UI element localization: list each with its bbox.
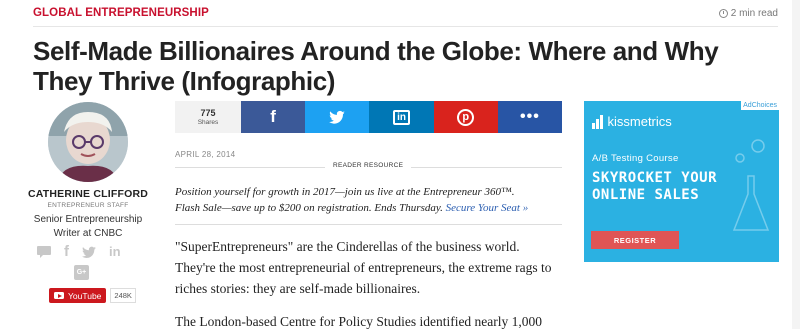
youtube-subscribe[interactable]: YouTube 248K xyxy=(49,288,136,303)
read-time: 2 min read xyxy=(718,8,778,19)
ad-headline-line-2: ONLINE SALES xyxy=(592,187,700,203)
article-topbar: GLOBAL ENTREPRENEURSHIP 2 min read xyxy=(33,7,778,27)
youtube-subscriber-count: 248K xyxy=(110,288,136,303)
youtube-play-icon xyxy=(54,292,64,299)
ad-headline: SKYROCKET YOUR ONLINE SALES xyxy=(592,170,717,204)
adchoices-link[interactable]: AdChoices xyxy=(741,101,779,110)
ad-logo: kissmetrics xyxy=(592,114,672,129)
avatar-photo xyxy=(48,102,128,182)
ad-brand: kissmetrics xyxy=(607,114,672,129)
ad-register-button[interactable]: REGISTER xyxy=(591,231,679,249)
twitter-icon[interactable] xyxy=(81,246,97,259)
bar-chart-icon xyxy=(592,114,603,129)
ad-headline-line-1: SKYROCKET YOUR xyxy=(592,170,718,186)
share-linkedin-button[interactable]: in xyxy=(369,101,434,133)
more-icon: ••• xyxy=(520,108,540,125)
share-facebook-button[interactable]: f xyxy=(241,101,306,133)
share-bar: 775 Shares f in p ••• xyxy=(175,101,563,133)
youtube-label: YouTube xyxy=(68,290,102,301)
promo-divider xyxy=(175,202,562,225)
share-count-label: Shares xyxy=(197,118,219,126)
article-date: APRIL 28, 2014 xyxy=(175,150,236,159)
youtube-button[interactable]: YouTube xyxy=(49,288,107,303)
article-paragraph-2: The London-based Centre for Policy Studi… xyxy=(175,314,543,329)
reader-resource-divider: READER RESOURCE xyxy=(175,162,562,169)
kissmetrics-ad[interactable]: AdChoices kissmetrics A/B Testing Course… xyxy=(584,101,779,262)
reader-resource-label: READER RESOURCE xyxy=(325,162,412,169)
twitter-icon xyxy=(329,110,346,124)
share-twitter-button[interactable] xyxy=(305,101,370,133)
linkedin-icon[interactable]: in xyxy=(109,244,121,260)
author-title: Senior Entrepreneurship Writer at CNBC xyxy=(33,214,143,239)
read-time-label: 2 min read xyxy=(730,8,778,19)
clock-icon xyxy=(718,9,728,18)
share-count-number: 775 xyxy=(200,107,216,118)
promo-line-1: Position yourself for growth in 2017—joi… xyxy=(175,186,515,198)
comment-icon[interactable] xyxy=(36,245,52,259)
author-role: ENTREPRENEUR STAFF xyxy=(47,202,129,209)
flask-icon xyxy=(732,139,770,231)
share-pinterest-button[interactable]: p xyxy=(433,101,498,133)
facebook-icon: f xyxy=(270,107,276,126)
author-social-links: f in xyxy=(36,244,121,260)
author-name[interactable]: CATHERINE CLIFFORD xyxy=(20,188,156,200)
google-plus-icon[interactable]: G+ xyxy=(74,265,89,280)
author-avatar[interactable] xyxy=(48,102,128,182)
category-link[interactable]: GLOBAL ENTREPRENEURSHIP xyxy=(33,7,209,19)
share-more-button[interactable]: ••• xyxy=(497,101,563,133)
pinterest-icon: p xyxy=(457,108,475,126)
linkedin-icon: in xyxy=(393,109,410,125)
facebook-icon[interactable]: f xyxy=(64,244,69,260)
page-scrollbar[interactable] xyxy=(792,0,800,329)
ad-subtitle: A/B Testing Course xyxy=(592,153,679,164)
article-title: Self-Made Billionaires Around the Globe:… xyxy=(33,36,719,96)
article-paragraph-1: "SuperEntrepreneurs" are the Cinderellas… xyxy=(175,239,552,296)
share-count: 775 Shares xyxy=(175,101,241,133)
